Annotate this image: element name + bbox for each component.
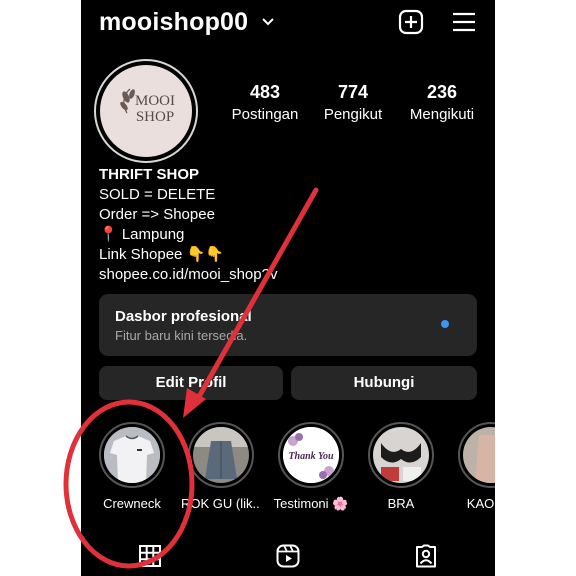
stat-followers-value: 774 xyxy=(337,82,369,102)
avatar[interactable]: MOOI SHOP xyxy=(100,65,192,157)
highlight-label: ROK GU (lik... xyxy=(181,496,261,511)
highlight-ring xyxy=(99,422,165,488)
stat-posts-label: Postingan xyxy=(231,106,299,123)
bio-line: Link Shopee 👇👇 xyxy=(99,246,224,263)
stat-followers-label: Pengikut xyxy=(323,106,383,123)
highlight-ring xyxy=(458,422,495,488)
grid-icon[interactable] xyxy=(139,545,161,572)
chevron-down-icon[interactable] xyxy=(261,14,275,32)
highlight-label: BRA xyxy=(387,496,415,511)
professional-dashboard[interactable]: Dasbor profesional Fitur baru kini terse… xyxy=(99,294,477,356)
bio-name: THRIFT SHOP xyxy=(99,166,199,183)
edit-profile-button[interactable]: Edit Profil xyxy=(99,366,283,400)
bio: THRIFT SHOP SOLD = DELETE Order => Shope… xyxy=(99,165,277,285)
kaos-thumbnail xyxy=(463,427,495,483)
highlight-rok-gu[interactable]: ROK GU (lik... xyxy=(181,422,261,511)
highlight-crewneck[interactable]: Crewneck xyxy=(92,422,172,511)
bio-line: Order => Shopee xyxy=(99,206,215,223)
highlight-bra[interactable]: BRA xyxy=(361,422,441,511)
profile-screen: mooishop00 MOOI SHOP 483 Postingan 774 P… xyxy=(81,0,495,576)
bio-line: 📍 Lampung xyxy=(99,226,185,243)
stat-following-label: Mengikuti xyxy=(409,106,475,123)
stat-following[interactable]: 236 Mengikuti xyxy=(397,82,487,123)
avatar-text-line2: SHOP xyxy=(136,109,174,125)
highlight-label: KAOS P xyxy=(466,496,495,511)
profile-tab-bar xyxy=(81,540,495,576)
highlight-ring xyxy=(188,422,254,488)
avatar-text-line1: MOOI xyxy=(135,93,175,109)
notification-dot xyxy=(441,320,449,328)
username[interactable]: mooishop00 xyxy=(99,8,248,37)
dashboard-title: Dasbor profesional xyxy=(115,308,252,325)
highlight-ring: Thank You xyxy=(278,422,344,488)
plus-square-icon[interactable] xyxy=(398,9,424,35)
stat-posts[interactable]: 483 Postingan xyxy=(220,82,310,123)
highlight-kaos[interactable]: KAOS P xyxy=(451,422,495,511)
crewneck-thumbnail xyxy=(104,427,160,483)
thumb-text: Thank You xyxy=(288,451,334,462)
testimoni-thumbnail: Thank You xyxy=(283,427,339,483)
bio-link[interactable]: shopee.co.id/mooi_shop?v xyxy=(99,265,277,285)
top-bar: mooishop00 xyxy=(81,0,495,44)
tagged-icon[interactable] xyxy=(414,544,438,573)
dashboard-subtitle: Fitur baru kini tersedia. xyxy=(115,328,248,343)
stat-posts-value: 483 xyxy=(249,82,281,102)
contact-button[interactable]: Hubungi xyxy=(291,366,477,400)
highlight-label: Crewneck xyxy=(103,496,161,511)
highlight-label: Testimoni 🌸 xyxy=(273,496,349,511)
bra-thumbnail xyxy=(373,427,429,483)
highlight-ring xyxy=(368,422,434,488)
rok-gu-thumbnail xyxy=(193,427,249,483)
reels-icon[interactable] xyxy=(276,544,300,573)
stat-following-value: 236 xyxy=(426,82,458,102)
highlight-testimoni[interactable]: Thank You Testimoni 🌸 xyxy=(271,422,351,512)
menu-icon[interactable] xyxy=(452,11,476,33)
stat-followers[interactable]: 774 Pengikut xyxy=(308,82,398,123)
bio-line: SOLD = DELETE xyxy=(99,186,216,203)
